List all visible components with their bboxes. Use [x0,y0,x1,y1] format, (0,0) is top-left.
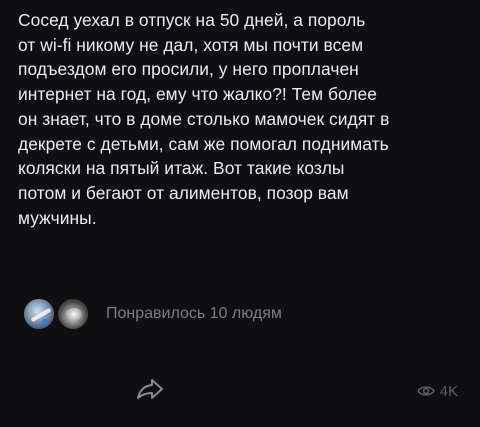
avatar-decor [42,319,48,325]
post-text-line: подъездом его просили, у него проплачен [18,59,359,80]
post-text-line: декрете с детьми, сам же помогал поднима… [18,133,389,154]
post-text-line: от wi-fi никому не дал, хотя мы почти вс… [18,34,364,55]
post-text-line: коляски на пятый итаж. Вот такие козлы [18,158,345,179]
avatar-decor [30,307,52,323]
avatar[interactable] [56,297,90,331]
post-text-line: Сосед уехал в отпуск на 50 дней, а порол… [18,10,366,30]
share-button[interactable] [136,377,164,401]
post-text-line: потом и бегают от алиментов, позор вам [18,182,349,203]
share-arrow-icon [137,379,163,399]
likes-row[interactable]: Понравилось 10 людям [22,294,282,334]
post-card: Сосед уехал в отпуск на 50 дней, а порол… [0,0,480,427]
post-text-line: мужчины. [18,207,97,228]
post-text-line: интернет на год, ему что жалко?! Тем бол… [18,84,377,105]
views-count: 4K [439,382,458,400]
eye-icon [416,386,435,396]
likes-count-text[interactable]: Понравилось 10 людям [106,305,282,323]
avatar[interactable] [22,297,56,331]
post-text: Сосед уехал в отпуск на 50 дней, а порол… [18,8,468,230]
liker-avatars[interactable] [22,297,94,331]
views-counter: 4K [416,380,458,402]
avatar-decor [66,308,82,320]
post-text-line: он знает, что в доме столько мамочек сид… [18,108,390,129]
